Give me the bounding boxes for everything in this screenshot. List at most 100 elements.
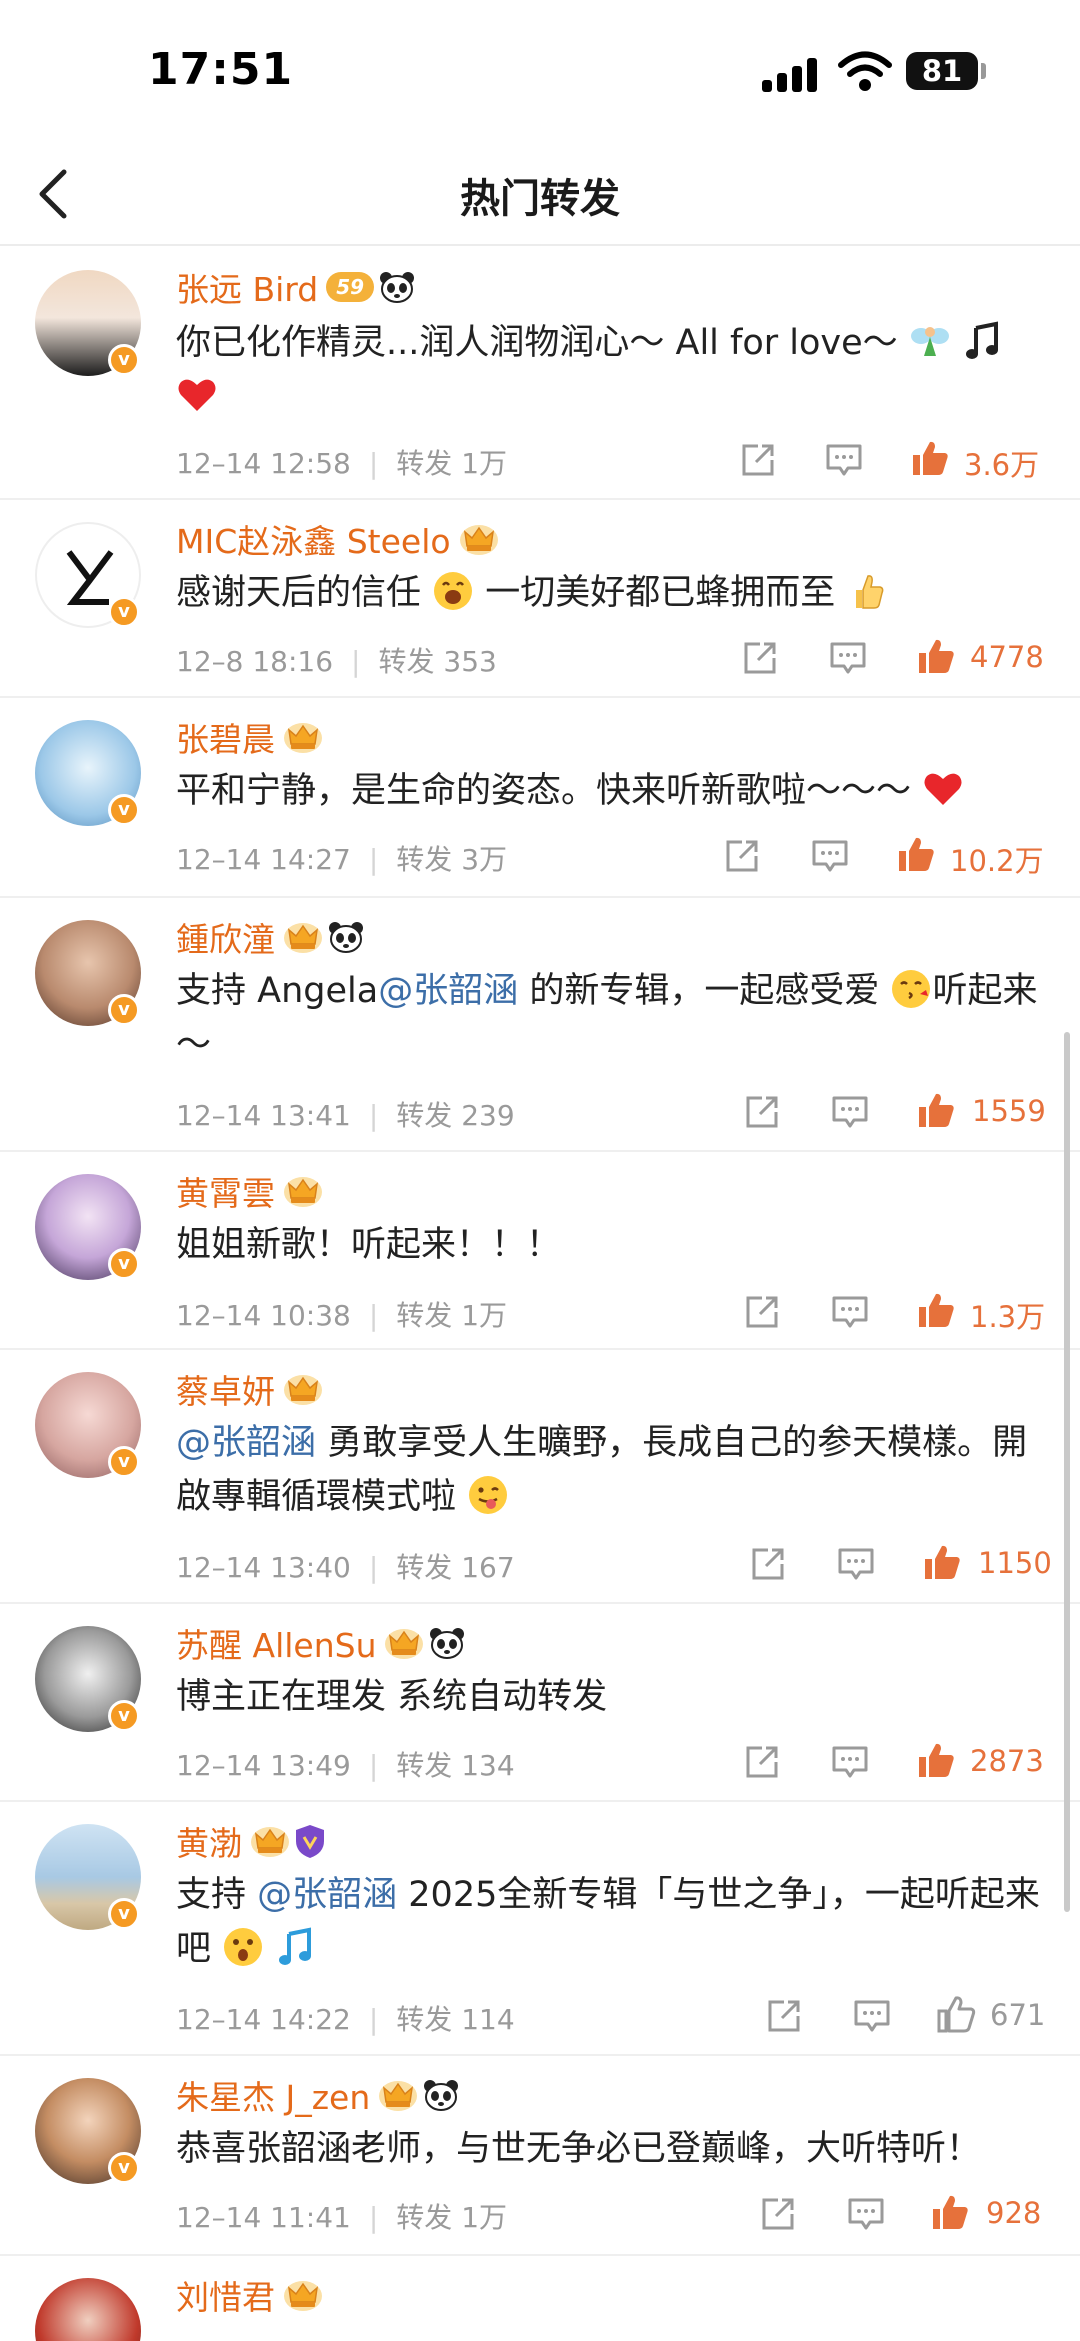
share-icon[interactable] [764,1996,804,2036]
cellular-signal-icon [762,58,820,92]
crown-icon [378,2078,418,2112]
username[interactable]: 张远 Bird [176,263,318,311]
wifi-icon [838,51,892,91]
tongue-emoji-icon [467,1474,509,1516]
list-item[interactable]: v 黄渤 支持 @张韶涵 2025全新专辑「与世之争」，一起听起来吧 12–14… [0,1802,1080,2056]
music-note-emoji-icon [962,320,1004,362]
comment-icon[interactable] [852,1996,892,2036]
like-icon[interactable] [916,1290,956,1330]
share-icon[interactable] [742,1292,782,1332]
repost-count: 134 [461,1749,515,1782]
repost-text: 你已化作精灵...润人润物润心～ All for love～ [176,316,1056,424]
kiss-emoji-icon [890,968,932,1010]
like-count: 2873 [970,1744,1044,1778]
scrollbar[interactable] [1064,1032,1070,1912]
post-time: 12–14 13:41 [176,1099,351,1132]
comment-icon[interactable] [828,638,868,678]
repost-text-body: 博主正在理发 系统自动转发 [176,1677,608,1717]
comment-icon[interactable] [830,1292,870,1332]
post-time: 12–14 14:22 [176,2003,351,2036]
username[interactable]: 蔡卓妍 [176,1365,275,1413]
like-count: 10.2万 [950,844,1044,878]
avatar[interactable] [35,2278,141,2341]
panda-icon [327,920,365,954]
share-icon[interactable] [740,638,780,678]
repost-text: 平和宁静，是生命的姿态。快来听新歌啦～～～ [176,764,1056,818]
list-item[interactable]: v 张碧晨 平和宁静，是生命的姿态。快来听新歌啦～～～ 12–14 14:27 |… [0,698,1080,898]
crown-icon [283,920,323,954]
list-item[interactable]: v 黄霄雲 姐姐新歌！听起来！！！ 12–14 10:38 | 转发 1万 1.3万 [0,1152,1080,1350]
comment-icon[interactable] [846,2194,886,2234]
username-row: 朱星杰 J_zen [176,2072,460,2118]
username[interactable]: 苏醒 AllenSu [176,1619,376,1667]
like-icon[interactable] [896,834,936,874]
battery-nub [981,63,986,79]
comment-icon[interactable] [830,1092,870,1132]
comment-icon[interactable] [830,1742,870,1782]
verified-badge: v [108,596,140,628]
share-icon[interactable] [758,2194,798,2234]
username[interactable]: 黄渤 [176,1817,242,1865]
share-icon[interactable] [742,1092,782,1132]
share-icon[interactable] [742,1742,782,1782]
username[interactable]: 鍾欣潼 [176,913,275,961]
crown-icon [250,1824,290,1858]
like-count: 3.6万 [964,448,1040,482]
repost-text: 感谢天后的信任 一切美好都已蜂拥而至 [176,566,1056,620]
comment-icon[interactable] [810,836,850,876]
like-icon[interactable] [936,1994,976,2034]
post-meta: 12–8 18:16 | 转发 353 [176,645,497,678]
repost-text: 恭喜张韶涵老师，与世无争必已登巅峰，大听特听！ [176,2122,1056,2176]
repost-label: 转发 [396,1551,453,1584]
laugh-emoji-icon [432,570,474,612]
list-item[interactable]: v 张远 Bird 59 你已化作精灵...润人润物润心～ All for lo… [0,248,1080,500]
repost-text: 姐姐新歌！听起来！！！ [176,1218,1056,1272]
heart-emoji-icon [922,768,964,810]
username-row: 张碧晨 [176,714,323,760]
list-item[interactable]: 刘惜君 [0,2256,1080,2341]
mention-link[interactable]: @张韶涵 [257,1875,397,1915]
fairy-emoji-icon [909,320,951,362]
username[interactable]: 张碧晨 [176,713,275,761]
like-icon[interactable] [910,438,950,478]
verified-badge: v [108,1898,140,1930]
repost-label: 转发 [396,1299,453,1332]
share-icon[interactable] [748,1544,788,1584]
list-item[interactable]: v 蔡卓妍 @张韶涵 勇敢享受人生曠野，長成自己的参天模樣。開啟專輯循環模式啦 … [0,1350,1080,1604]
panda-icon [428,1626,466,1660]
list-item[interactable]: v 鍾欣潼 支持 Angela@张韶涵 的新专辑，一起感受爱 听起来～ 12–1… [0,898,1080,1152]
list-item[interactable]: v 苏醒 AllenSu 博主正在理发 系统自动转发 12–14 13:49 | 转… [0,1604,1080,1802]
nav-header: 热门转发 [0,140,1080,246]
share-icon[interactable] [722,836,762,876]
post-meta: 12–14 13:49 | 转发 134 [176,1749,515,1782]
crown-icon [283,1372,323,1406]
username[interactable]: 刘惜君 [176,2271,275,2319]
username[interactable]: 黄霄雲 [176,1167,275,1215]
repost-text-body: 平和宁静，是生命的姿态。快来听新歌啦～～～ [176,771,912,811]
like-icon[interactable] [916,1090,956,1130]
post-time: 12–14 12:58 [176,447,351,480]
username[interactable]: 朱星杰 J_zen [176,2071,370,2119]
username-row: 黄霄雲 [176,1168,323,1214]
like-icon[interactable] [916,1740,956,1780]
list-item[interactable]: v 朱星杰 J_zen 恭喜张韶涵老师，与世无争必已登巅峰，大听特听！ 12–1… [0,2056,1080,2256]
list-item[interactable]: v MIC赵泳鑫 Steelo 感谢天后的信任 一切美好都已蜂拥而至 12–8 … [0,500,1080,698]
mention-link[interactable]: @张韶涵 [176,1423,316,1463]
repost-count: 114 [461,2003,515,2036]
post-time: 12–14 14:27 [176,843,351,876]
mention-link[interactable]: @张韶涵 [378,971,518,1011]
like-icon[interactable] [916,636,956,676]
like-icon[interactable] [922,1542,962,1582]
comment-icon[interactable] [824,440,864,480]
like-count: 4778 [970,640,1044,674]
like-icon[interactable] [930,2192,970,2232]
thumbs-up-emoji-icon [846,570,888,612]
repost-label: 转发 [396,843,453,876]
post-time: 12–14 10:38 [176,1299,351,1332]
verified-badge: v [108,794,140,826]
repost-text-body: 感谢天后的信任 [176,573,422,613]
comment-icon[interactable] [836,1544,876,1584]
username[interactable]: MIC赵泳鑫 Steelo [176,515,451,563]
share-icon[interactable] [738,440,778,480]
repost-text-body: 恭喜张韶涵老师，与世无争必已登巅峰，大听特听！ [176,2129,982,2169]
